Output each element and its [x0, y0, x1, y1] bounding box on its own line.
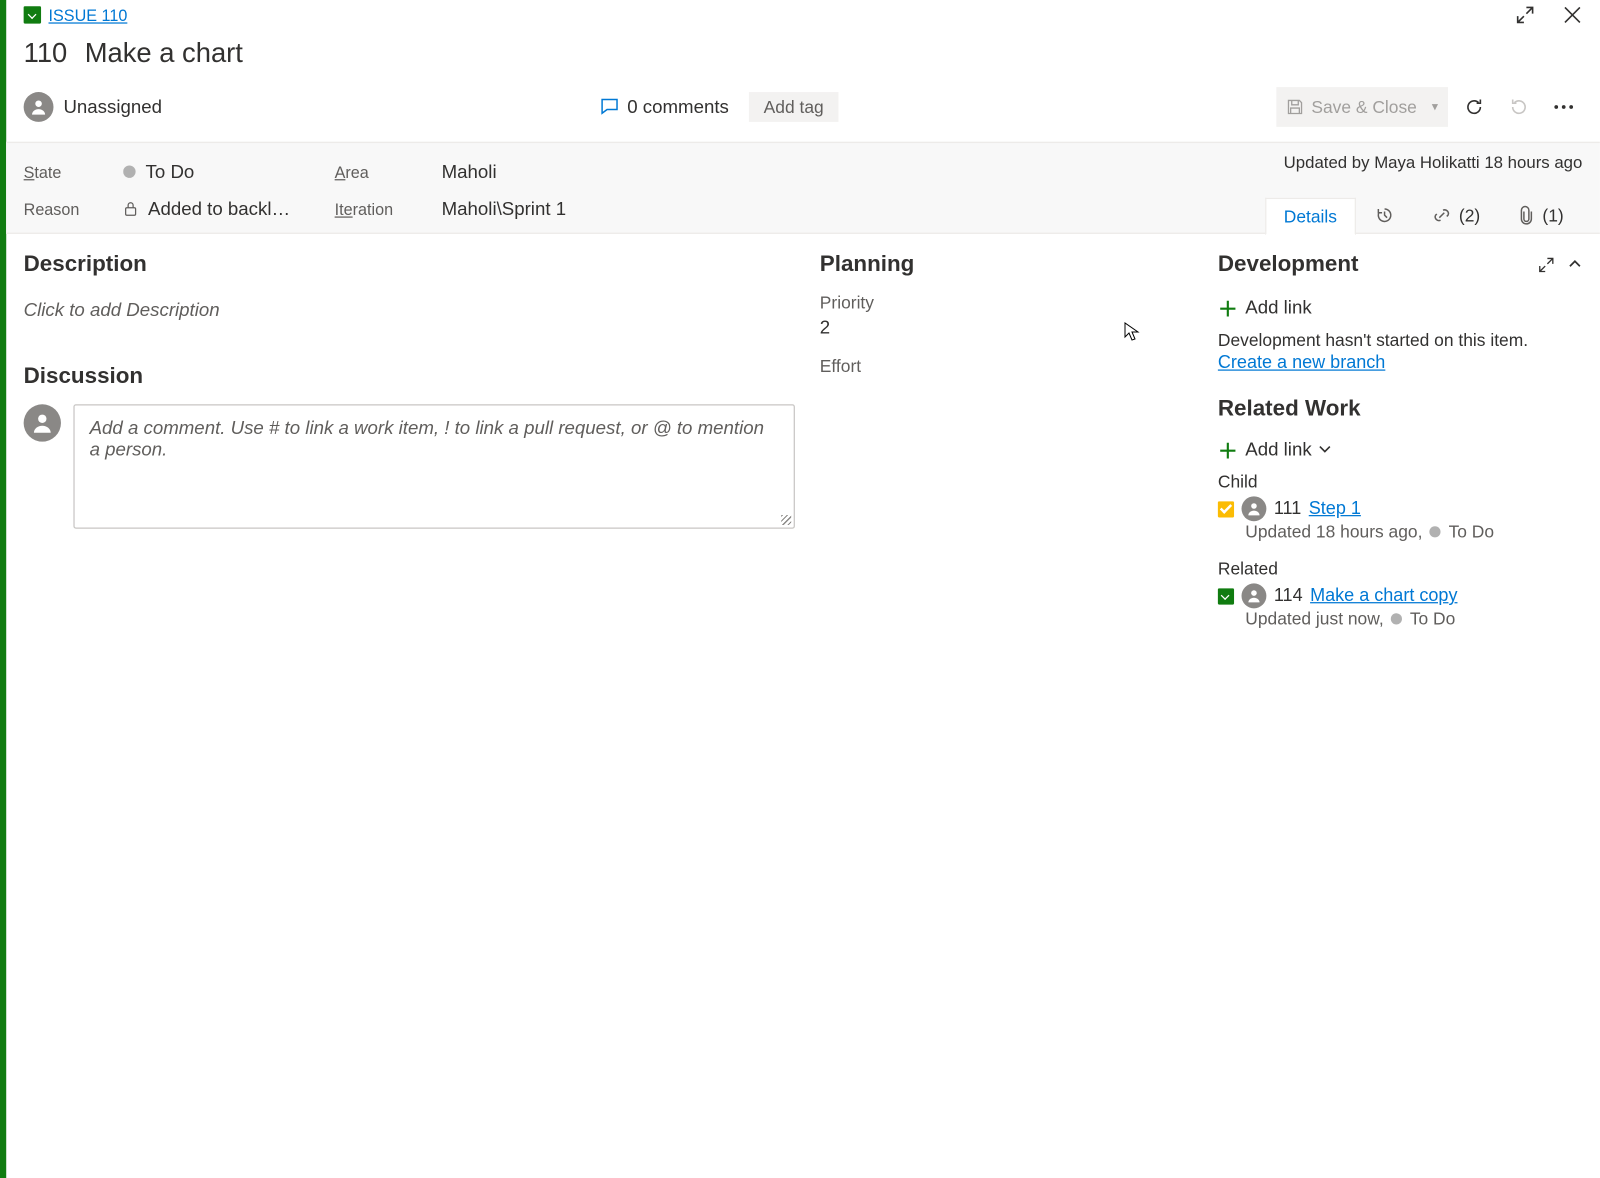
- user-avatar-icon: [24, 404, 61, 441]
- priority-label: Priority: [820, 292, 1193, 312]
- description-heading: Description: [24, 251, 795, 277]
- avatar-icon: [1242, 496, 1267, 521]
- expand-icon[interactable]: [1508, 1, 1543, 28]
- related-state: To Do: [1410, 608, 1456, 628]
- comments-link[interactable]: 0 comments: [600, 96, 729, 117]
- links-count: (2): [1459, 205, 1480, 225]
- chevron-down-icon: [1319, 443, 1331, 455]
- save-close-button: Save & Close ▾: [1276, 87, 1447, 127]
- state-dot-icon: [123, 165, 135, 177]
- iteration-value[interactable]: Maholi\Sprint 1: [442, 198, 566, 219]
- development-add-link[interactable]: ＋ Add link: [1218, 292, 1582, 322]
- link-icon: [1432, 205, 1452, 225]
- avatar-icon: [24, 92, 54, 122]
- child-state: To Do: [1449, 521, 1495, 541]
- tab-history[interactable]: [1356, 197, 1413, 234]
- reason-value[interactable]: Added to backl…: [123, 198, 334, 219]
- assignee-picker[interactable]: Unassigned: [24, 92, 162, 122]
- comment-input[interactable]: Add a comment. Use # to link a work item…: [73, 404, 795, 528]
- related-work-heading: Related Work: [1218, 396, 1582, 422]
- lock-icon: [123, 202, 138, 217]
- effort-label: Effort: [820, 356, 1193, 376]
- comment-icon: [600, 97, 620, 117]
- refresh-button[interactable]: [1455, 88, 1492, 125]
- iteration-label: Iteration: [335, 200, 442, 219]
- breadcrumb-link[interactable]: ISSUE 110: [49, 6, 128, 25]
- related-subheading: Related: [1218, 559, 1582, 579]
- child-title-link[interactable]: Step 1: [1309, 499, 1361, 519]
- breadcrumb: ISSUE 110: [24, 6, 128, 25]
- related-add-link[interactable]: ＋ Add link: [1218, 434, 1582, 464]
- child-id: 111: [1274, 499, 1301, 519]
- plus-icon: ＋: [1218, 292, 1238, 322]
- child-work-item[interactable]: 111 Step 1: [1218, 496, 1582, 521]
- updated-by-text: Updated by Maya Holikatti 18 hours ago: [1284, 153, 1583, 172]
- description-field[interactable]: Click to add Description: [24, 292, 795, 328]
- related-updated-text: Updated just now,: [1245, 608, 1383, 628]
- child-updated-text: Updated 18 hours ago,: [1245, 521, 1422, 541]
- area-value[interactable]: Maholi: [442, 161, 497, 182]
- create-branch-link[interactable]: Create a new branch: [1218, 353, 1385, 373]
- task-type-icon: [1218, 501, 1234, 517]
- chevron-down-icon[interactable]: ▾: [1432, 100, 1438, 114]
- close-icon[interactable]: [1555, 1, 1590, 28]
- avatar-icon: [1242, 583, 1267, 608]
- history-icon: [1374, 205, 1394, 225]
- related-id: 114: [1274, 586, 1303, 606]
- tab-links[interactable]: (2): [1413, 197, 1499, 234]
- state-dot-icon: [1391, 613, 1402, 624]
- state-label: State: [24, 162, 124, 181]
- related-work-item[interactable]: 114 Make a chart copy: [1218, 583, 1582, 608]
- work-item-title[interactable]: Make a chart: [85, 37, 243, 69]
- paperclip-icon: [1518, 205, 1535, 225]
- more-actions-button[interactable]: [1545, 88, 1582, 125]
- issue-type-icon: [1218, 588, 1234, 604]
- plus-icon: ＋: [1218, 434, 1238, 464]
- child-subheading: Child: [1218, 471, 1582, 491]
- save-close-label: Save & Close: [1311, 97, 1417, 117]
- expand-section-icon[interactable]: [1538, 256, 1555, 273]
- state-value[interactable]: To Do: [123, 161, 334, 182]
- collapse-section-icon[interactable]: [1567, 256, 1582, 273]
- tab-details[interactable]: Details: [1265, 198, 1356, 235]
- development-status-text: Development hasn't started on this item.: [1218, 330, 1582, 350]
- state-dot-icon: [1430, 526, 1441, 537]
- reason-label: Reason: [24, 200, 124, 219]
- discussion-heading: Discussion: [24, 363, 795, 389]
- issue-type-icon: [24, 6, 41, 23]
- work-item-id: 110: [24, 37, 68, 69]
- comments-count: 0 comments: [627, 96, 729, 117]
- development-heading: Development: [1218, 251, 1359, 277]
- add-tag-button[interactable]: Add tag: [749, 92, 839, 122]
- undo-button: [1500, 88, 1537, 125]
- planning-heading: Planning: [820, 251, 1193, 277]
- tab-attachments[interactable]: (1): [1499, 197, 1583, 234]
- assignee-text: Unassigned: [63, 96, 162, 117]
- attachments-count: (1): [1542, 205, 1563, 225]
- title-row: 110 Make a chart: [6, 27, 1600, 82]
- priority-value[interactable]: 2: [820, 317, 1193, 338]
- save-icon: [1286, 98, 1303, 115]
- area-label: Area: [335, 162, 442, 181]
- related-title-link[interactable]: Make a chart copy: [1310, 586, 1457, 606]
